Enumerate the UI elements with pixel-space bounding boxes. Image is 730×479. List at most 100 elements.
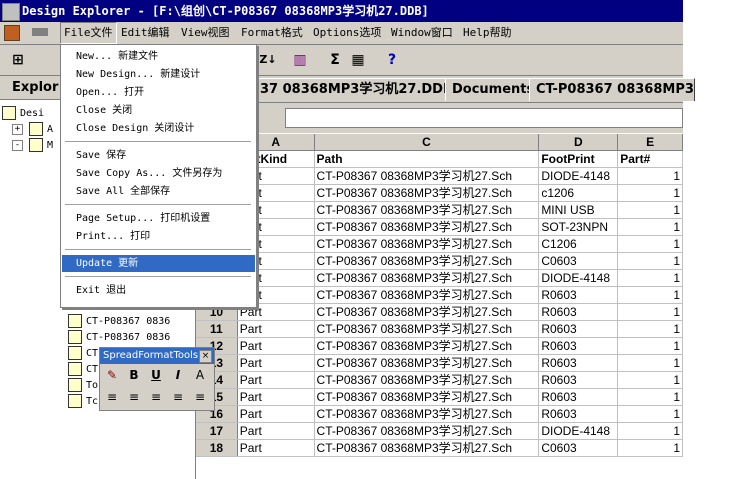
cell[interactable]: 1 — [617, 269, 683, 287]
align-right-icon[interactable]: ≡ — [146, 388, 166, 406]
format-painter-icon[interactable]: ✎ — [102, 366, 122, 384]
column-header[interactable]: C — [314, 134, 540, 151]
tree-item[interactable]: Desi — [2, 106, 44, 122]
cell[interactable]: Part — [237, 388, 315, 406]
cell[interactable]: R0603 — [538, 371, 619, 389]
cell[interactable]: CT-P08367 08368MP3学习机27.Sch — [314, 405, 540, 423]
cell[interactable]: Part — [237, 422, 315, 440]
column-header[interactable]: E — [617, 134, 683, 151]
cell[interactable]: CT-P08367 08368MP3学习机27.Sch — [314, 167, 540, 185]
cell[interactable]: Part — [237, 439, 315, 457]
menu-options[interactable]: Options选项 — [310, 22, 384, 44]
cell[interactable]: R0603 — [538, 405, 619, 423]
menu-help[interactable]: Help帮助 — [460, 22, 515, 44]
cell[interactable]: 1 — [617, 184, 683, 202]
tree-item[interactable]: + A — [12, 122, 53, 138]
sum-icon[interactable]: Σ — [325, 50, 345, 70]
menu-item-save-all[interactable]: Save All 全部保存 — [62, 183, 255, 200]
tree-item[interactable]: - M — [12, 138, 53, 154]
cell[interactable]: R0603 — [538, 303, 619, 321]
tab-database[interactable]: 37 08368MP3学习机27.DDB — [253, 78, 449, 101]
cell[interactable]: 1 — [617, 354, 683, 372]
cell[interactable]: CT-P08367 08368MP3学习机27.Sch — [314, 320, 540, 338]
menu-window[interactable]: Window窗口 — [388, 22, 456, 44]
cell[interactable]: Part — [237, 405, 315, 423]
tab-schematic[interactable]: CT-P08367 08368MP3学 — [529, 78, 695, 101]
cell[interactable]: Part — [237, 371, 315, 389]
cell[interactable]: Part — [237, 320, 315, 338]
cell[interactable]: 1 — [617, 201, 683, 219]
app-menu-icon[interactable] — [4, 25, 20, 41]
cell[interactable]: Path — [314, 150, 540, 168]
menu-item-save[interactable]: Save 保存 — [62, 147, 255, 164]
cell[interactable]: 1 — [617, 405, 683, 423]
close-icon[interactable]: × — [199, 350, 212, 363]
tree-item[interactable]: To — [68, 378, 100, 394]
cell[interactable]: 1 — [617, 371, 683, 389]
cell[interactable]: CT-P08367 08368MP3学习机27.Sch — [314, 201, 540, 219]
row-header[interactable]: 17 — [196, 422, 238, 440]
cell[interactable]: FootPrint — [538, 150, 619, 168]
tree-item[interactable]: CT — [68, 362, 100, 378]
cell[interactable]: 1 — [617, 218, 683, 236]
cell[interactable]: DIODE-4148 — [538, 167, 619, 185]
cell[interactable]: Part — [237, 337, 315, 355]
cell[interactable]: MINI USB — [538, 201, 619, 219]
sort-icon[interactable]: Z↓ — [258, 50, 278, 70]
cell[interactable]: 1 — [617, 235, 683, 253]
font-color-button[interactable]: A — [190, 366, 210, 384]
menu-format[interactable]: Format格式 — [238, 22, 306, 44]
chart-icon[interactable]: ▥ — [290, 50, 310, 70]
menu-view[interactable]: View视图 — [178, 22, 233, 44]
cell[interactable]: DIODE-4148 — [538, 269, 619, 287]
cell[interactable]: CT-P08367 08368MP3学习机27.Sch — [314, 269, 540, 287]
cell[interactable]: C0603 — [538, 439, 619, 457]
row-header[interactable]: 11 — [196, 320, 238, 338]
row-header[interactable]: 18 — [196, 439, 238, 457]
cell[interactable]: SOT-23NPN — [538, 218, 619, 236]
cell[interactable]: Part — [237, 354, 315, 372]
menu-item-new[interactable]: New... 新建文件 — [62, 48, 255, 65]
cell[interactable]: c1206 — [538, 184, 619, 202]
cell[interactable]: 1 — [617, 167, 683, 185]
help-icon[interactable]: ? — [382, 50, 402, 70]
menu-item-close[interactable]: Close 关闭 — [62, 102, 255, 119]
cell[interactable]: DIODE-4148 — [538, 422, 619, 440]
cell[interactable]: 1 — [617, 252, 683, 270]
italic-button[interactable]: I — [168, 366, 188, 384]
cell[interactable]: CT-P08367 08368MP3学习机27.Sch — [314, 337, 540, 355]
menu-item-print[interactable]: Print... 打印 — [62, 228, 255, 245]
back-icon[interactable] — [32, 28, 48, 36]
cell[interactable]: CT-P08367 08368MP3学习机27.Sch — [314, 388, 540, 406]
palette-title[interactable]: SpreadFormatTools × — [100, 348, 214, 364]
cell[interactable]: 1 — [617, 286, 683, 304]
align-left-icon[interactable]: ≡ — [102, 388, 122, 406]
menu-item-save-copy-as[interactable]: Save Copy As... 文件另存为 — [62, 165, 255, 182]
menu-item-exit[interactable]: Exit 退出 — [62, 282, 255, 299]
tree-item[interactable]: CT — [68, 346, 100, 362]
column-header[interactable]: D — [538, 134, 619, 151]
cell[interactable]: C0603 — [538, 252, 619, 270]
cell[interactable]: Part# — [617, 150, 683, 168]
cell[interactable]: CT-P08367 08368MP3学习机27.Sch — [314, 371, 540, 389]
align-center-icon[interactable]: ≡ — [124, 388, 144, 406]
table-icon[interactable]: ▦ — [348, 50, 368, 70]
expand-icon[interactable]: + — [12, 123, 23, 135]
cell[interactable]: CT-P08367 08368MP3学习机27.Sch — [314, 252, 540, 270]
cell[interactable]: R0603 — [538, 388, 619, 406]
cell[interactable]: CT-P08367 08368MP3学习机27.Sch — [314, 439, 540, 457]
bold-button[interactable]: B — [124, 366, 144, 384]
cell[interactable]: CT-P08367 08368MP3学习机27.Sch — [314, 235, 540, 253]
menu-edit[interactable]: Edit编辑 — [118, 22, 173, 44]
cell[interactable]: R0603 — [538, 354, 619, 372]
cell[interactable]: 1 — [617, 388, 683, 406]
menu-item-open[interactable]: Open... 打开 — [62, 84, 255, 101]
cell[interactable]: CT-P08367 08368MP3学习机27.Sch — [314, 184, 540, 202]
explorer-toggle-icon[interactable]: ⊞ — [8, 50, 28, 70]
menu-item-page-setup[interactable]: Page Setup... 打印机设置 — [62, 210, 255, 227]
menu-item-new-design[interactable]: New Design... 新建设计 — [62, 66, 255, 83]
collapse-icon[interactable]: - — [12, 139, 23, 151]
cell[interactable]: C1206 — [538, 235, 619, 253]
menu-file[interactable]: File文件 — [60, 22, 117, 44]
underline-button[interactable]: U — [146, 366, 166, 384]
